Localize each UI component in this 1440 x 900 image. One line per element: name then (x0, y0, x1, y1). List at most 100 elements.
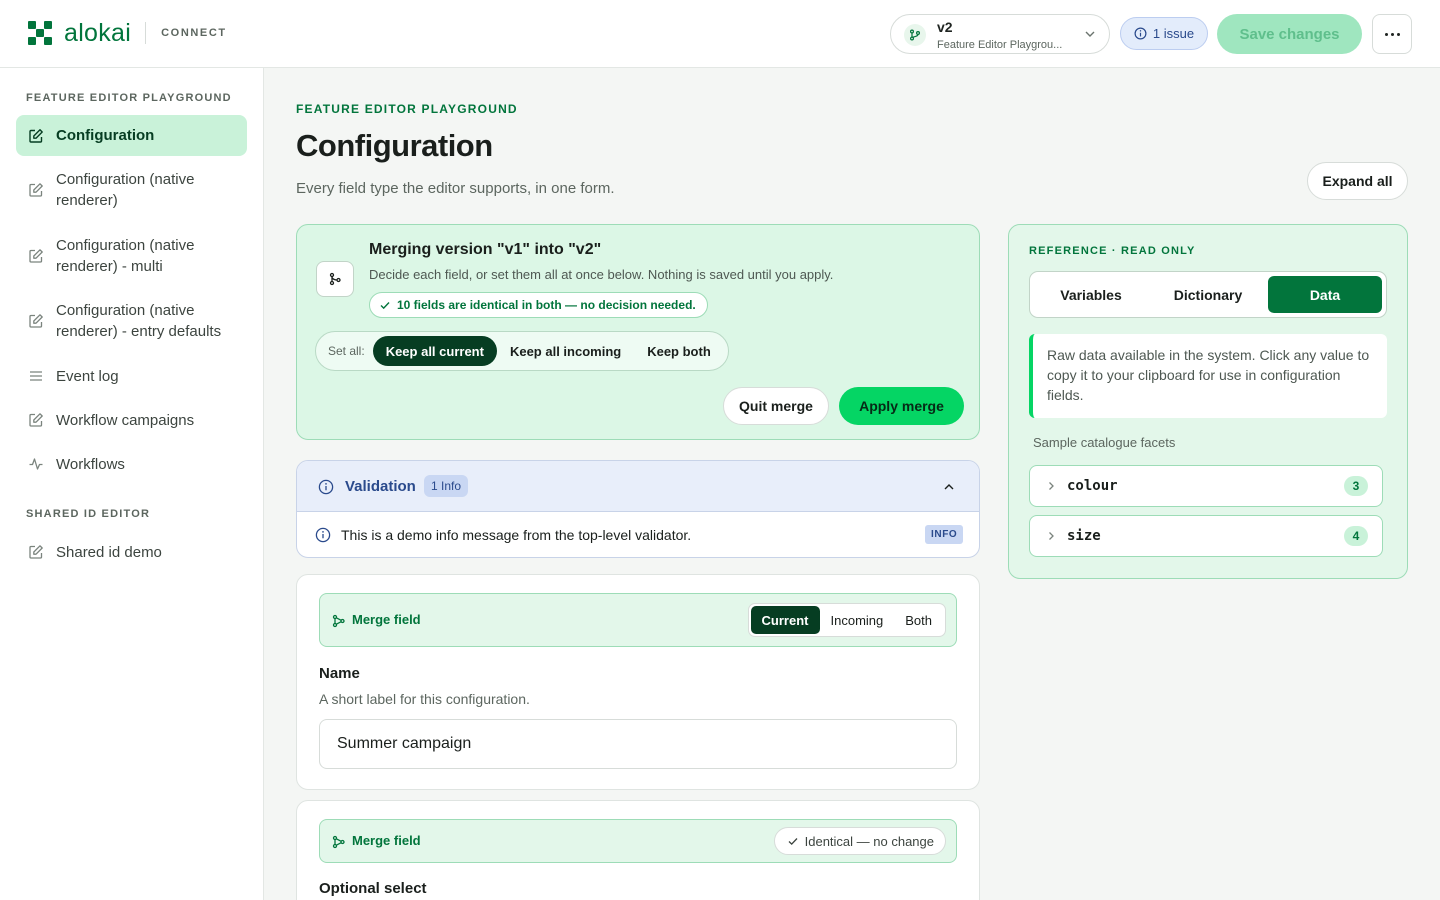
edit-icon (28, 128, 44, 144)
validation-level-tag: INFO (925, 525, 964, 544)
validation-panel: Validation 1 Info This is a demo info me… (296, 460, 980, 558)
facet-row[interactable]: colour 3 (1029, 465, 1383, 507)
merge-choice-current[interactable]: Current (750, 606, 820, 634)
merge-description: Decide each field, or set them all at on… (369, 267, 834, 282)
version-select[interactable]: v2 Feature Editor Playgrou... (890, 14, 1110, 54)
merge-choice-both[interactable]: Both (894, 606, 943, 634)
keep-both-option[interactable]: Keep both (634, 336, 724, 366)
quit-merge-button[interactable]: Quit merge (723, 387, 829, 425)
set-all-control: Set all: Keep all current Keep all incom… (315, 331, 729, 371)
identical-fields-text: 10 fields are identical in both — no dec… (397, 298, 696, 312)
version-title: v2 (937, 19, 953, 35)
sidebar-item-label: Workflow campaigns (56, 411, 195, 429)
sidebar-item-configuration-native-multi[interactable]: Configuration (native renderer) - multi (16, 234, 247, 278)
sidebar-item-configuration-native[interactable]: Configuration (native renderer) (16, 168, 247, 212)
top-header: alokai CONNECT v2 Feature Editor Playgro… (0, 0, 1440, 68)
edit-icon (28, 544, 44, 560)
version-subtitle: Feature Editor Playgrou... (937, 39, 1063, 51)
sidebar-item-configuration[interactable]: Configuration (16, 115, 247, 156)
expand-all-button[interactable]: Expand all (1307, 162, 1408, 200)
logo-subtitle: CONNECT (161, 27, 227, 39)
sidebar-section-heading: SHARED ID EDITOR (26, 508, 151, 520)
more-horizontal-icon (1384, 32, 1388, 36)
merge-field-label: Merge field (352, 612, 421, 627)
identical-status-text: Identical — no change (804, 833, 934, 849)
reference-subheading: Sample catalogue facets (1033, 435, 1176, 450)
merge-field-bar: Merge field Identical — no change (319, 819, 957, 863)
branch-icon (904, 24, 926, 46)
reference-eyebrow: REFERENCE · READ ONLY (1029, 245, 1196, 257)
edit-icon (28, 248, 44, 264)
page-eyebrow: FEATURE EDITOR PLAYGROUND (296, 102, 518, 116)
field-label: Optional select (319, 880, 427, 897)
sidebar: FEATURE EDITOR PLAYGROUND Configuration … (0, 68, 264, 900)
more-options-button[interactable] (1372, 14, 1412, 54)
edit-icon (28, 182, 44, 198)
issues-badge[interactable]: 1 issue (1120, 17, 1208, 50)
reference-panel: REFERENCE · READ ONLY Variables Dictiona… (1008, 224, 1408, 579)
set-all-label: Set all: (328, 344, 365, 358)
field-help: A short label for this configuration. (319, 691, 530, 707)
facet-name: colour (1067, 478, 1118, 494)
edit-icon (28, 412, 44, 428)
logo-wordmark: alokai (64, 19, 132, 47)
sidebar-item-label: Event log (56, 367, 119, 385)
chevron-right-icon (1049, 482, 1054, 490)
sidebar-item-configuration-native-entry-defaults[interactable]: Configuration (native renderer) - entry … (16, 299, 247, 343)
sidebar-item-label: Shared id demo (56, 543, 162, 561)
issues-label: 1 issue (1152, 26, 1195, 41)
brand-logo[interactable]: alokai CONNECT (28, 19, 227, 47)
list-icon (28, 368, 44, 384)
page-description: Every field type the editor supports, in… (296, 180, 615, 197)
info-icon (315, 527, 331, 543)
sidebar-item-shared-id-demo[interactable]: Shared id demo (16, 541, 247, 563)
sidebar-item-workflows[interactable]: Workflows (16, 453, 247, 475)
sidebar-item-label: Configuration (native renderer) - entry … (56, 302, 222, 340)
tab-variables[interactable]: Variables (1034, 276, 1148, 313)
tab-dictionary[interactable]: Dictionary (1151, 276, 1265, 313)
reference-tabs: Variables Dictionary Data (1029, 271, 1387, 318)
chevron-down-icon (1085, 31, 1095, 37)
sidebar-item-event-log[interactable]: Event log (16, 365, 247, 387)
reference-note: Raw data available in the system. Click … (1029, 334, 1387, 418)
tab-data[interactable]: Data (1268, 276, 1382, 313)
save-changes-button[interactable]: Save changes (1217, 14, 1362, 54)
info-icon (318, 479, 334, 495)
logo-mark-icon (28, 21, 52, 45)
identical-fields-chip: 10 fields are identical in both — no dec… (369, 292, 708, 318)
sidebar-item-workflow-campaigns[interactable]: Workflow campaigns (16, 409, 247, 431)
page-title: Configuration (296, 128, 493, 163)
identical-status-chip: Identical — no change (773, 827, 946, 855)
keep-all-incoming-option[interactable]: Keep all incoming (497, 336, 634, 366)
facet-count-badge: 3 (1344, 476, 1368, 496)
merge-panel: Merging version "v1" into "v2" Decide ea… (296, 224, 980, 440)
sidebar-item-label: Configuration (56, 127, 155, 144)
chevron-right-icon (1049, 532, 1054, 540)
apply-merge-button[interactable]: Apply merge (839, 387, 964, 425)
info-icon (1134, 27, 1147, 40)
check-icon (380, 302, 390, 310)
git-merge-icon (332, 835, 345, 849)
name-input[interactable]: Summer campaign (319, 719, 957, 769)
validation-title: Validation (345, 478, 416, 495)
merge-choice-segmented: Current Incoming Both (747, 603, 946, 637)
field-card-optional-select: Merge field Identical — no change Option… (296, 800, 980, 900)
field-card-name: Merge field Current Incoming Both Name A… (296, 574, 980, 790)
keep-all-current-option[interactable]: Keep all current (372, 336, 497, 366)
logo-divider (145, 22, 147, 44)
git-merge-icon (332, 614, 345, 628)
validation-count-badge: 1 Info (424, 475, 469, 497)
git-merge-icon (316, 261, 354, 297)
merge-title: Merging version "v1" into "v2" (369, 241, 602, 258)
edit-icon (28, 313, 44, 329)
facet-name: size (1067, 528, 1101, 544)
merge-field-label: Merge field (352, 833, 421, 848)
facet-row[interactable]: size 4 (1029, 515, 1383, 557)
facet-count-badge: 4 (1344, 526, 1368, 546)
chevron-up-icon[interactable] (942, 480, 956, 494)
validation-header[interactable]: Validation 1 Info (297, 461, 979, 512)
sidebar-item-label: Configuration (native renderer) (56, 171, 195, 209)
validation-message: This is a demo info message from the top… (341, 527, 692, 543)
merge-choice-incoming[interactable]: Incoming (820, 606, 895, 634)
check-icon (788, 838, 798, 846)
